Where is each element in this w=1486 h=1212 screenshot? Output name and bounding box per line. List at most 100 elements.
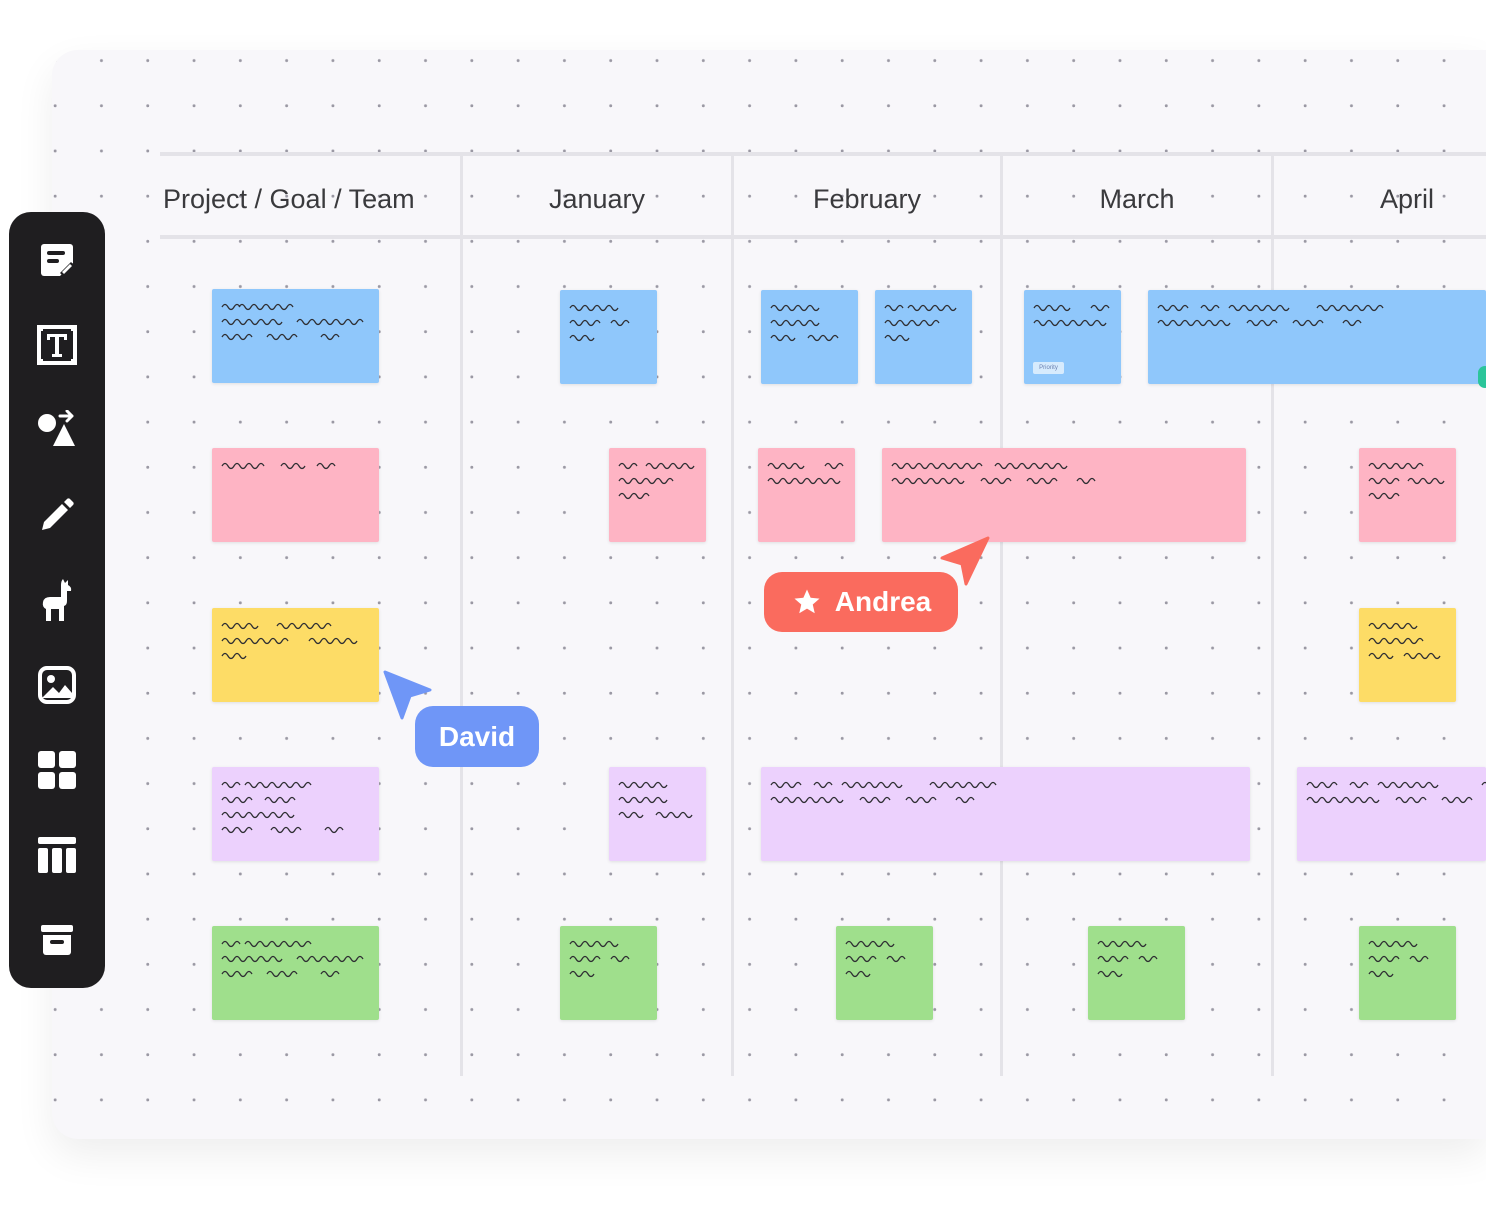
- andrea-cursor-label: Andrea: [764, 572, 958, 632]
- scribble-text: [1097, 970, 1123, 978]
- sticky-note-green[interactable]: [836, 926, 933, 1020]
- scribble-text: [1368, 955, 1429, 963]
- scribble-text: [618, 462, 695, 470]
- scribble-text: [884, 334, 910, 342]
- scribble-text: [1368, 970, 1394, 978]
- scribble-text: [221, 970, 340, 978]
- scribble-text: [1097, 955, 1158, 963]
- scribble-text: [221, 940, 312, 948]
- sticky-note-blue[interactable]: [1148, 290, 1486, 384]
- scribble-text: [770, 304, 820, 312]
- scribble-text: [1097, 940, 1147, 948]
- sticky-note-purple[interactable]: [212, 767, 379, 861]
- scribble-text: [221, 333, 340, 341]
- sticky-note-yellow[interactable]: [1359, 608, 1456, 702]
- header-bottom-border: [160, 235, 1486, 239]
- scribble-text: [221, 796, 296, 804]
- sticky-note-purple[interactable]: [609, 767, 706, 861]
- sticky-note-blue[interactable]: [212, 289, 379, 383]
- scribble-text: [221, 303, 294, 311]
- scribble-text: [569, 940, 619, 948]
- sticky-note-pink[interactable]: [609, 448, 706, 542]
- scribble-text: [221, 637, 358, 645]
- pencil-icon: [42, 498, 74, 530]
- scribble-text: [618, 811, 693, 819]
- image-tool[interactable]: [29, 657, 85, 713]
- scribble-text: [221, 318, 364, 326]
- column-divider: [1000, 154, 1003, 1076]
- scribble-text: [1368, 622, 1418, 630]
- column-header-april: April: [1379, 184, 1434, 214]
- text-tool[interactable]: [29, 317, 85, 373]
- sticky-note-green[interactable]: [1088, 926, 1185, 1020]
- shapes-icon: [38, 410, 75, 446]
- sticky-note-blue[interactable]: [560, 290, 657, 384]
- pen-tool[interactable]: [29, 487, 85, 543]
- scribble-text: [221, 826, 344, 834]
- scribble-text: [221, 811, 295, 819]
- sticky-note-green[interactable]: [1359, 926, 1456, 1020]
- scribble-text: [221, 652, 247, 660]
- templates-tool[interactable]: [29, 742, 85, 798]
- scribble-text: [884, 304, 957, 312]
- scribble-text: [1306, 796, 1473, 804]
- column-header-february: February: [812, 184, 922, 214]
- scribble-text: [770, 334, 839, 342]
- sticky-note-blue[interactable]: [761, 290, 858, 384]
- sticky-note-blue[interactable]: [875, 290, 972, 384]
- table-top-border: [160, 152, 1486, 156]
- scribble-text: [770, 319, 820, 327]
- column-header-project: Project / Goal / Team: [163, 184, 415, 214]
- scribble-text: [221, 781, 312, 789]
- scribble-text: [1033, 319, 1107, 327]
- templates-icon: [38, 751, 76, 789]
- star-icon: [794, 589, 820, 614]
- sticky-note-icon: [41, 244, 74, 276]
- scribble-text: [845, 940, 895, 948]
- sticky-note-green[interactable]: [212, 926, 379, 1020]
- scribble-text: [569, 970, 595, 978]
- column-divider: [460, 154, 463, 1076]
- scribble-text: [891, 462, 1068, 470]
- scribble-text: [1306, 781, 1486, 789]
- scribble-text: [618, 477, 674, 485]
- sticky-note-pink[interactable]: [758, 448, 855, 542]
- scribble-text: [845, 970, 871, 978]
- scribble-text: [1368, 492, 1400, 500]
- scribble-text: [845, 955, 906, 963]
- sticky-note-pink[interactable]: [1359, 448, 1456, 542]
- sticky-note-green[interactable]: [560, 926, 657, 1020]
- image-icon: [38, 666, 76, 704]
- archive-tool[interactable]: [29, 912, 85, 968]
- sticky-note-pink[interactable]: [882, 448, 1246, 542]
- scribble-text: [770, 796, 975, 804]
- scribble-text: [569, 334, 595, 342]
- scribble-text: [618, 492, 650, 500]
- scribble-text: [1033, 304, 1110, 312]
- sticky-note-purple[interactable]: [761, 767, 1250, 861]
- sticky-note-yellow[interactable]: [212, 608, 379, 702]
- david-name: David: [438, 720, 516, 752]
- scribble-text: [221, 622, 332, 630]
- column-header-january: January: [548, 184, 646, 214]
- shapes-tool[interactable]: [29, 402, 85, 458]
- tools-toolbar: [9, 212, 105, 988]
- scribble-text: [569, 319, 630, 327]
- llama-tool[interactable]: [29, 572, 85, 628]
- scribble-text: [1157, 319, 1362, 327]
- scribble-text: [767, 477, 841, 485]
- scribble-text: [1157, 304, 1384, 312]
- sticky-note-pink[interactable]: [212, 448, 379, 542]
- scribble-text: [1368, 462, 1424, 470]
- sticky-note-tool[interactable]: [29, 232, 85, 288]
- archive-icon: [41, 925, 73, 955]
- scribble-text: [569, 304, 619, 312]
- table-tool[interactable]: [29, 827, 85, 883]
- sticky-note-purple[interactable]: [1297, 767, 1486, 861]
- scribble-text: [618, 781, 668, 789]
- llama-icon: [42, 579, 72, 621]
- scribble-text: [767, 462, 844, 470]
- scribble-text: [1368, 940, 1418, 948]
- scribble-text: [1368, 477, 1445, 485]
- andrea-name: Andrea: [834, 586, 932, 617]
